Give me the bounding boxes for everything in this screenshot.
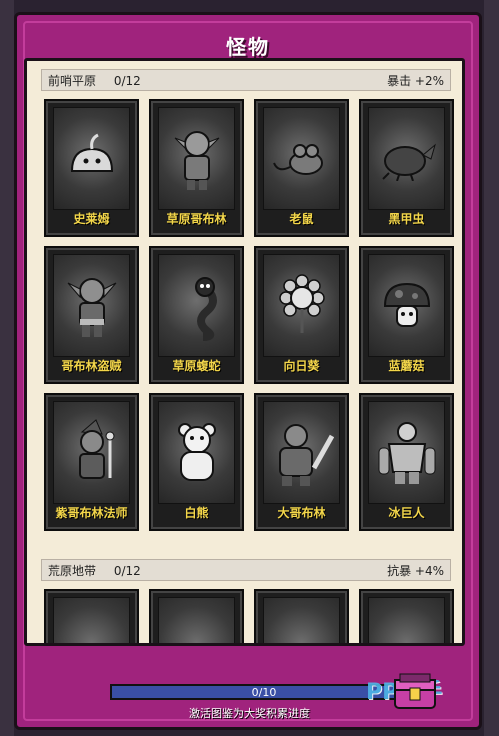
beetle-icon: [368, 107, 445, 210]
monster-card-partial[interactable]: [44, 589, 139, 643]
monster-name: 蓝蘑菇: [388, 359, 425, 373]
monster-name: 草原哥布林: [166, 212, 227, 226]
monster-name: 紫哥布林法师: [55, 506, 128, 520]
ice-giant-icon: [368, 401, 445, 504]
collection-panel[interactable]: 前哨平原 0/12 暴击 +2% 史莱姆 草原哥布林 老鼠 黑甲虫 哥布林盗贼 …: [24, 58, 465, 646]
monster-card-partial[interactable]: [149, 589, 244, 643]
background-left-strip: [0, 0, 14, 736]
partial-monster-icon: [263, 597, 340, 643]
monster-card-slime[interactable]: 史莱姆: [44, 99, 139, 237]
sunflower-icon: [263, 254, 340, 357]
monster-name: 老鼠: [289, 212, 314, 226]
section-name: 荒原地带: [48, 563, 97, 578]
monster-card-ice-giant[interactable]: 冰巨人: [359, 393, 454, 531]
monster-card-goblin-thief[interactable]: 哥布林盗贼: [44, 246, 139, 384]
goblin-thief-icon: [53, 254, 130, 357]
monster-card-grass-viper[interactable]: 草原蝮蛇: [149, 246, 244, 384]
monster-name: 黑甲虫: [388, 212, 425, 226]
partial-monster-icon: [158, 597, 235, 643]
monster-name: 大哥布林: [277, 506, 326, 520]
partial-monster-icon: [53, 597, 130, 643]
big-goblin-icon: [263, 401, 340, 504]
partial-monster-icon: [368, 597, 445, 643]
section-progress: 0/12: [113, 563, 141, 578]
goblin-icon: [158, 107, 235, 210]
mushroom-icon: [368, 254, 445, 357]
monster-card-purple-goblin-mage[interactable]: 紫哥布林法师: [44, 393, 139, 531]
window-title: 怪物: [226, 34, 270, 59]
monster-card-black-beetle[interactable]: 黑甲虫: [359, 99, 454, 237]
monster-card-blue-mushroom[interactable]: 蓝蘑菇: [359, 246, 454, 384]
monster-name: 冰巨人: [388, 506, 425, 520]
monster-name: 史莱姆: [73, 212, 110, 226]
monster-card-partial[interactable]: [254, 589, 349, 643]
monster-name: 哥布林盗贼: [61, 359, 122, 373]
section-name: 前哨平原: [48, 73, 97, 88]
monster-card-partial[interactable]: [359, 589, 454, 643]
snake-icon: [158, 254, 235, 357]
section-header-plains: 前哨平原 0/12 暴击 +2%: [41, 69, 451, 91]
monster-card-sunflower[interactable]: 向日葵: [254, 246, 349, 384]
monster-name: 草原蝮蛇: [172, 359, 221, 373]
section-header-wasteland: 荒原地带 0/12 抗暴 +4%: [41, 559, 451, 581]
bear-icon: [158, 401, 235, 504]
monster-name: 向日葵: [283, 359, 320, 373]
monster-card-big-goblin[interactable]: 大哥布林: [254, 393, 349, 531]
monster-card-grass-goblin[interactable]: 草原哥布林: [149, 99, 244, 237]
monster-card-rat[interactable]: 老鼠: [254, 99, 349, 237]
slime-icon: [53, 107, 130, 210]
section-bonus: 暴击 +2%: [387, 73, 444, 88]
section-progress: 0/12: [113, 73, 141, 88]
reward-chest-icon[interactable]: [392, 670, 438, 712]
goblin-mage-icon: [53, 401, 130, 504]
monster-grid-wasteland: [44, 589, 454, 643]
reward-progress-text: 0/10: [251, 685, 277, 699]
background-right-strip: [484, 0, 499, 736]
monster-card-white-bear[interactable]: 白熊: [149, 393, 244, 531]
monster-grid-plains: 史莱姆 草原哥布林 老鼠 黑甲虫 哥布林盗贼 草原蝮蛇 向日葵 蓝蘑菇 紫哥布林…: [44, 99, 454, 531]
rat-icon: [263, 107, 340, 210]
section-bonus: 抗暴 +4%: [387, 563, 444, 578]
monster-name: 白熊: [184, 506, 209, 520]
